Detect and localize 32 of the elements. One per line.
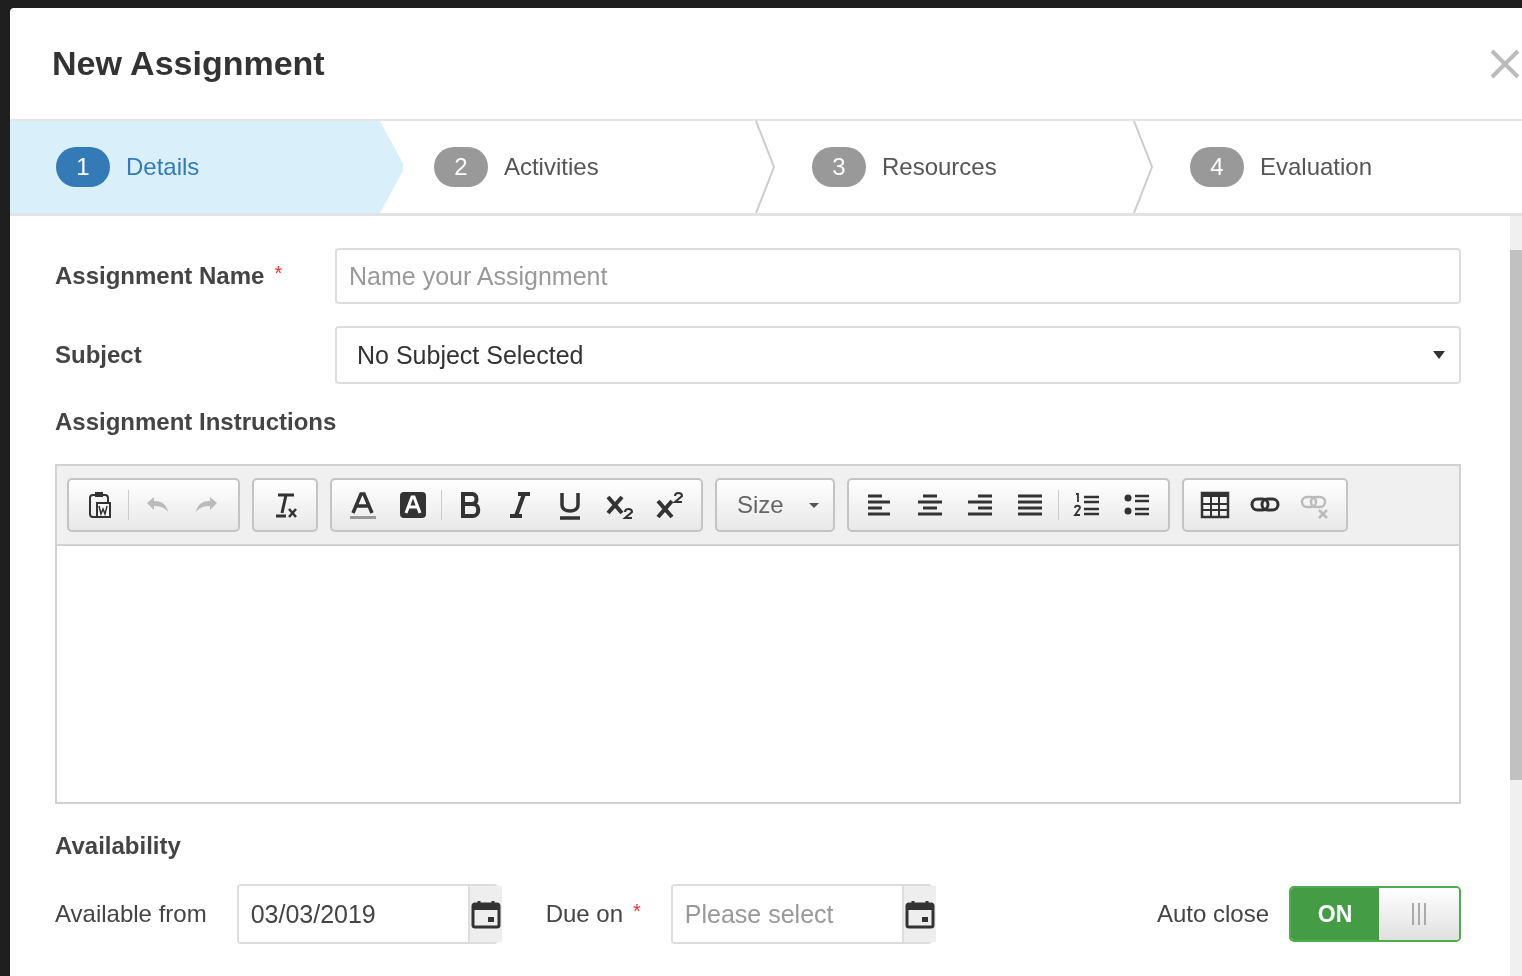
rich-text-editor[interactable]: Size <box>55 464 1461 804</box>
calendar-icon <box>469 898 502 930</box>
field-label: Subject <box>55 341 143 369</box>
dialog-title: New Assignment <box>52 44 325 83</box>
calendar-button[interactable] <box>467 886 502 942</box>
wizard-step[interactable]: 3 Resources <box>765 121 1144 213</box>
calendar-icon <box>903 898 936 930</box>
superscript-icon <box>654 489 686 521</box>
field-label: Due on <box>545 900 624 928</box>
table-icon <box>1199 489 1231 521</box>
section-label: Availability <box>55 832 182 860</box>
field-label: Available from <box>55 900 207 928</box>
text-color-icon <box>347 489 379 521</box>
required-mark: * <box>633 900 641 924</box>
size-dropdown[interactable]: Size <box>723 482 827 528</box>
caret-icon <box>809 502 819 508</box>
required-mark: * <box>274 262 283 286</box>
field-label: Assignment Name <box>55 262 265 290</box>
scrollbar[interactable] <box>1510 216 1522 976</box>
assignment-name-field[interactable]: Name your Assignment <box>335 248 1461 304</box>
wizard-step[interactable]: 4 Evaluation <box>1143 121 1522 213</box>
highlight-color-icon <box>397 489 429 521</box>
caret-icon <box>1433 351 1445 359</box>
chevron-icon <box>753 121 778 213</box>
subject-dropdown[interactable]: No Subject Selected <box>335 326 1461 384</box>
grip-icon <box>1411 903 1427 925</box>
chevron-icon <box>1131 121 1156 213</box>
calendar-button[interactable] <box>901 886 936 942</box>
scrollbar-thumb[interactable] <box>1510 250 1522 780</box>
wizard-step[interactable]: 1 Details <box>10 121 403 213</box>
section-label: Assignment Instructions <box>55 408 338 436</box>
field-label: Auto close <box>1156 900 1269 928</box>
